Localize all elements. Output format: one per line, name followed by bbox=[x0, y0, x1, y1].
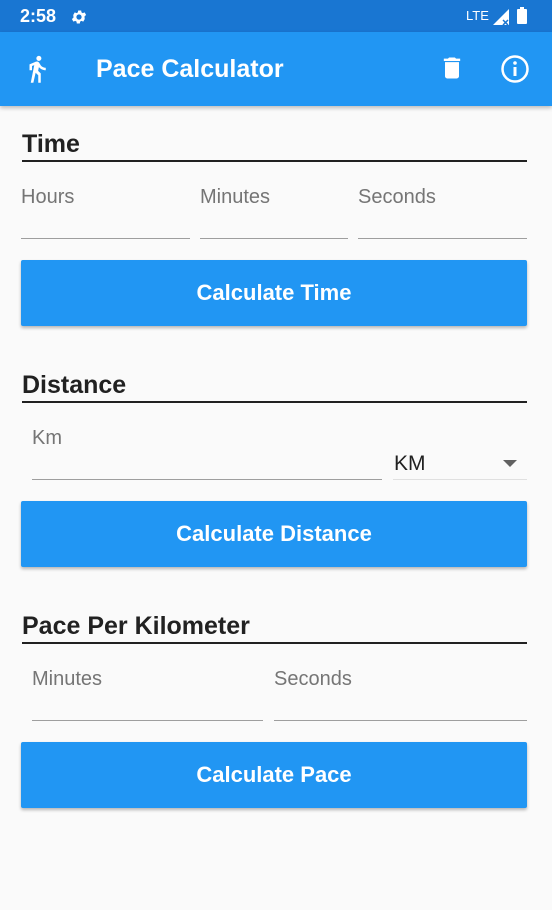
chevron-down-icon bbox=[503, 460, 517, 467]
pace-seconds-placeholder: Seconds bbox=[274, 668, 352, 690]
calculate-time-button[interactable]: Calculate Time bbox=[21, 260, 527, 326]
time-minutes-field[interactable]: Minutes bbox=[200, 186, 348, 239]
info-icon[interactable] bbox=[500, 54, 530, 84]
time-seconds-input[interactable] bbox=[358, 211, 527, 234]
hours-placeholder: Hours bbox=[21, 186, 75, 208]
pace-seconds-input[interactable] bbox=[274, 693, 527, 716]
distance-field[interactable]: Km bbox=[32, 427, 382, 480]
distance-section-title: Distance bbox=[22, 370, 527, 403]
calculate-pace-button[interactable]: Calculate Pace bbox=[21, 742, 527, 808]
unit-selected-value: KM bbox=[394, 452, 426, 475]
network-label: LTE bbox=[466, 8, 489, 23]
gear-icon bbox=[71, 10, 87, 24]
app-bar: Pace Calculator bbox=[0, 32, 552, 106]
time-seconds-field[interactable]: Seconds bbox=[358, 186, 527, 239]
time-seconds-placeholder: Seconds bbox=[358, 186, 436, 208]
distance-placeholder: Km bbox=[32, 427, 62, 449]
runner-icon bbox=[29, 55, 46, 83]
pace-minutes-input[interactable] bbox=[32, 693, 263, 716]
calculate-distance-button[interactable]: Calculate Distance bbox=[21, 501, 527, 567]
unit-dropdown[interactable]: KM bbox=[393, 448, 527, 480]
distance-input[interactable] bbox=[32, 452, 382, 475]
status-bar: 2:58 LTE bbox=[0, 0, 552, 32]
battery-icon bbox=[517, 7, 527, 24]
pace-minutes-field[interactable]: Minutes bbox=[32, 668, 263, 721]
signal-icon bbox=[493, 9, 509, 25]
pace-section-title: Pace Per Kilometer bbox=[22, 611, 527, 644]
hours-input[interactable] bbox=[21, 211, 190, 234]
time-minutes-input[interactable] bbox=[200, 211, 348, 234]
pace-seconds-field[interactable]: Seconds bbox=[274, 668, 527, 721]
time-minutes-placeholder: Minutes bbox=[200, 186, 271, 208]
status-time: 2:58 bbox=[20, 6, 57, 26]
hours-field[interactable]: Hours bbox=[21, 186, 190, 239]
trash-icon[interactable] bbox=[438, 54, 466, 82]
page-title: Pace Calculator bbox=[96, 55, 284, 83]
time-section-title: Time bbox=[22, 129, 527, 162]
pace-minutes-placeholder: Minutes bbox=[32, 668, 103, 690]
